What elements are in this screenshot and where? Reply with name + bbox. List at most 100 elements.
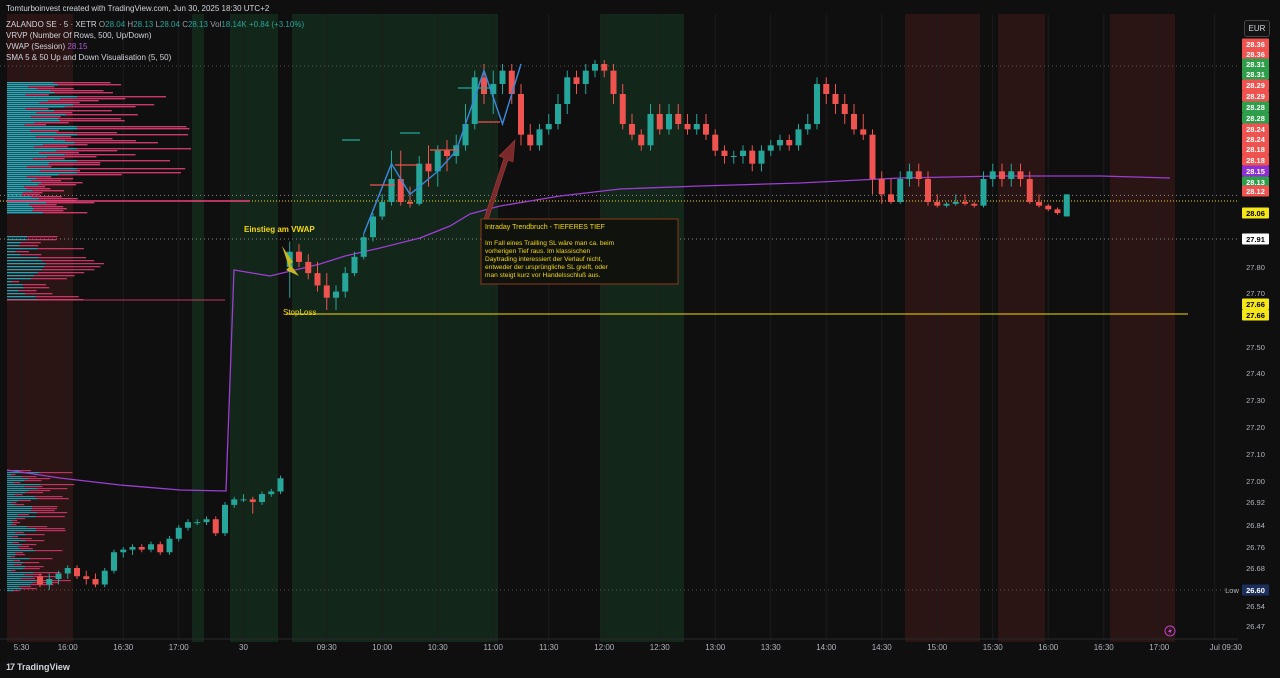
price-tick-label: 26.68 — [1246, 564, 1265, 573]
volume-profile-bar-down — [12, 542, 19, 544]
candle-body — [555, 104, 561, 124]
candle — [841, 94, 848, 124]
candle-body — [83, 576, 90, 579]
volume-profile-bar-up — [7, 584, 31, 586]
candle-body — [1063, 194, 1070, 217]
volume-profile-bar-up — [7, 92, 55, 94]
volume-profile-bar-down — [48, 164, 101, 166]
volume-profile-bar-up — [7, 104, 74, 106]
candle-body — [342, 273, 349, 292]
volume-profile-bar-down — [15, 504, 25, 506]
volume-profile-bar-down — [27, 526, 48, 528]
volume-profile-bar-down — [41, 260, 95, 262]
candle-body — [518, 94, 524, 135]
candle-body — [952, 202, 959, 204]
volume-profile-bar-down — [34, 146, 68, 148]
candle-body — [407, 202, 413, 204]
volume-profile-bar-down — [17, 514, 29, 516]
candle-body — [185, 522, 191, 528]
candle-body — [101, 570, 108, 585]
volume-profile-bar-down — [19, 586, 32, 588]
time-tick-label: 11:00 — [484, 643, 504, 652]
volume-profile-bar-down — [18, 290, 37, 292]
candle-body — [175, 527, 182, 539]
volume-profile-bar-up — [7, 530, 37, 532]
volume-profile-bar-down — [35, 296, 79, 298]
price-tick-label: 27.50 — [1246, 343, 1265, 352]
volume-profile-bar-down — [38, 580, 71, 582]
stoploss-label: StopLoss — [283, 308, 316, 317]
volume-profile-bar-up — [7, 269, 42, 271]
open-value: 28.04 — [105, 20, 126, 29]
candle-body — [592, 64, 598, 71]
volume-profile-bar-up — [7, 582, 33, 584]
volume-profile-bar-up — [7, 502, 12, 504]
candle — [83, 570, 90, 585]
volume-profile-bar-down — [15, 554, 25, 556]
candle — [536, 124, 543, 151]
volume-profile-bar-down — [23, 287, 50, 289]
volume-profile-bar-down — [28, 86, 55, 88]
volume-profile-bar-up — [7, 490, 29, 492]
volume-profile-bar-up — [7, 124, 25, 126]
volume-profile-bar-down — [60, 98, 126, 100]
volume-profile-bar-up — [7, 168, 77, 170]
candle — [74, 565, 80, 579]
volume-profile-bar-down — [21, 194, 40, 196]
candle-body — [166, 538, 173, 553]
currency-button[interactable]: EUR — [1244, 20, 1270, 37]
indicator-vwap[interactable]: VWAP (Session) 28.15 — [6, 42, 87, 52]
volume-profile-bar-up — [7, 170, 40, 172]
volume-profile-bar-down — [33, 572, 61, 574]
volume-profile-bar-down — [24, 480, 42, 482]
volume-profile-bar-down — [36, 530, 66, 532]
volume-profile-bar-down — [19, 538, 32, 540]
candle — [573, 70, 580, 94]
candle-body — [462, 124, 469, 146]
candle-body — [841, 104, 848, 114]
volume-profile-bar-up — [7, 98, 61, 100]
candle — [721, 145, 728, 164]
volume-profile-bar-down — [26, 188, 51, 190]
volume-profile-bar-up — [7, 106, 65, 108]
candle — [869, 129, 876, 195]
volume-profile-bar-down — [59, 120, 125, 122]
volume-profile-bar-down — [31, 180, 62, 182]
candle — [786, 134, 793, 151]
low-value: 28.04 — [159, 20, 180, 29]
candle-body — [314, 273, 321, 286]
candle-body — [74, 568, 80, 577]
volume-profile-bar-down — [58, 174, 122, 176]
volume-profile-bar-down — [17, 546, 29, 548]
symbol-line[interactable]: ZALANDO SE · 5 · XETR O28.04 H28.13 L28.… — [6, 20, 304, 30]
chart-canvas: Einstieg am VWAP StopLoss Intraday Trendbr… — [0, 14, 1280, 652]
volume-profile-bar-down — [11, 556, 16, 558]
volume-profile-bar-up — [7, 164, 49, 166]
volume-profile-bar-up — [7, 154, 65, 156]
candle-body — [610, 70, 617, 94]
volume-profile-bar-down — [11, 570, 16, 572]
candle-body — [989, 171, 996, 179]
indicator-sma[interactable]: SMA 5 & 50 Up and Down Visualisation (5,… — [6, 53, 171, 63]
volume-profile-bar-down — [54, 138, 113, 140]
tradingview-brand[interactable]: 17 TradingView — [6, 662, 70, 672]
volume-profile-bar-down — [27, 236, 58, 238]
candle-body — [305, 261, 312, 274]
price-label: 28.28 — [1246, 114, 1265, 123]
candle-body — [897, 179, 904, 202]
volume-profile-bar-up — [7, 558, 30, 560]
indicator-vrvp[interactable]: VRVP (Number Of Rows, 500, Up/Down) — [6, 31, 152, 41]
candle-body — [925, 179, 931, 202]
candle-body — [693, 124, 700, 130]
symbol-name[interactable]: ZALANDO SE · 5 · XETR — [6, 20, 97, 29]
volume-profile-bar-up — [7, 248, 38, 250]
volume-profile-bar-up — [7, 546, 18, 548]
volume-profile-bar-down — [32, 582, 59, 584]
candle — [157, 541, 164, 555]
session-background — [230, 14, 278, 642]
volume-profile-bar-down — [31, 116, 61, 118]
candle — [795, 124, 802, 151]
candle-body — [629, 124, 635, 135]
price-label: 28.29 — [1246, 81, 1265, 90]
volume-profile-bar-up — [7, 552, 16, 554]
